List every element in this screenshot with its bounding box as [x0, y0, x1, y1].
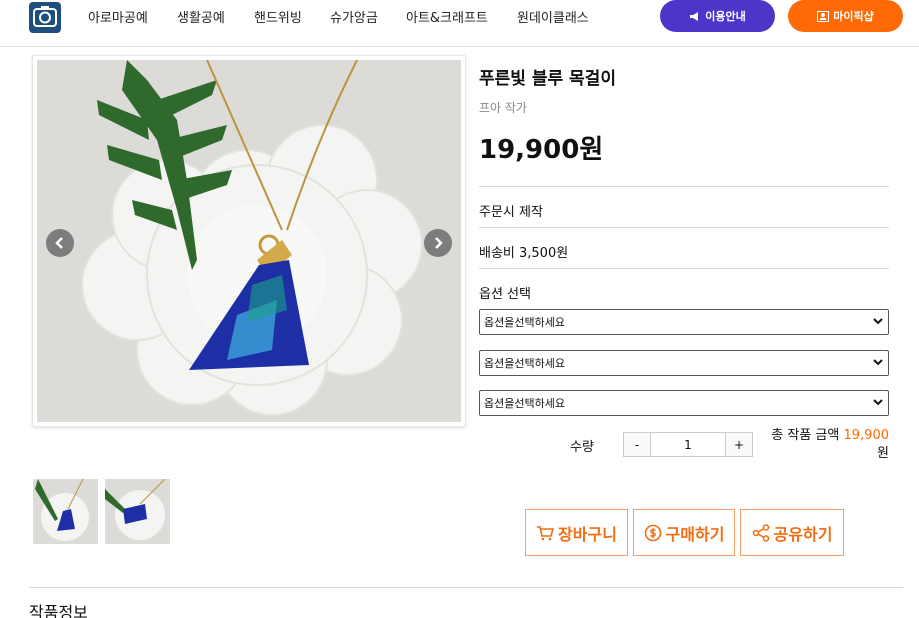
- nav-item-weaving[interactable]: 핸드위빙: [254, 7, 302, 26]
- nav-item-living[interactable]: 생활공예: [177, 7, 225, 26]
- divider: [29, 587, 903, 588]
- mypage-button[interactable]: 마이픽샵: [788, 0, 903, 32]
- quantity-stepper: - 1 +: [623, 432, 753, 457]
- cart-icon: [537, 525, 555, 540]
- product-price: 19,900원: [479, 135, 604, 165]
- divider: [479, 268, 889, 269]
- thumbnail-1[interactable]: [33, 479, 98, 544]
- add-to-cart-button[interactable]: 장바구니: [525, 509, 628, 556]
- nav-item-sugar[interactable]: 슈가앙금: [330, 7, 378, 26]
- divider: [479, 227, 889, 228]
- site-header: 아로마공예 생활공예 핸드위빙 슈가앙금 아트&크래프트 원데이클래스 이용안내…: [0, 0, 919, 47]
- nav-item-oneday[interactable]: 원데이클래스: [517, 7, 589, 26]
- product-image-viewer: [32, 55, 466, 427]
- option-label: 옵션 선택: [479, 287, 531, 302]
- buy-now-button[interactable]: 구매하기: [633, 509, 735, 556]
- chevron-left-icon: [55, 237, 63, 249]
- option-select-2[interactable]: 옵션을선택하세요: [479, 350, 889, 376]
- share-icon: [752, 523, 769, 542]
- thumbnail-2[interactable]: [105, 479, 170, 544]
- profile-card-icon: [817, 10, 830, 22]
- buy-now-label: 구매하기: [665, 524, 725, 544]
- chevron-down-icon: [873, 359, 883, 366]
- option-select-value: 옵션을선택하세요: [484, 357, 565, 370]
- info-button-label: 이용안내: [705, 10, 746, 23]
- info-button[interactable]: 이용안내: [660, 0, 775, 32]
- megaphone-icon: [690, 11, 699, 21]
- total-amount: 19,900: [843, 428, 890, 443]
- chevron-right-icon: [435, 237, 443, 249]
- option-select-value: 옵션을선택하세요: [484, 316, 565, 329]
- option-select-1[interactable]: 옵션을선택하세요: [479, 309, 889, 335]
- logo-icon: [33, 6, 57, 27]
- product-photo: [37, 60, 461, 422]
- quantity-minus-button[interactable]: -: [624, 433, 650, 456]
- option-select-3[interactable]: 옵션을선택하세요: [479, 390, 889, 416]
- total-unit: 원: [877, 446, 889, 461]
- share-button[interactable]: 공유하기: [740, 509, 844, 556]
- production-info: 주문시 제작: [479, 205, 543, 220]
- chevron-down-icon: [873, 399, 883, 406]
- quantity-label: 수량: [570, 440, 594, 455]
- section-title: 작품정보: [29, 603, 88, 618]
- shipping-fee: 배송비 3,500원: [479, 246, 569, 261]
- product-title: 푸른빛 블루 목걸이: [479, 69, 616, 89]
- quantity-input[interactable]: 1: [650, 433, 726, 456]
- total-price: 총 작품 금액 19,900 원: [740, 427, 889, 463]
- coin-icon: [644, 524, 661, 541]
- prev-image-button[interactable]: [46, 229, 74, 257]
- nav-item-aroma[interactable]: 아로마공예: [88, 7, 148, 26]
- total-label: 총 작품 금액: [771, 428, 840, 443]
- site-logo[interactable]: [29, 2, 61, 33]
- nav-item-art-craft[interactable]: 아트&크래프트: [406, 7, 488, 26]
- mypage-button-label: 마이픽샵: [833, 10, 874, 23]
- artist-name[interactable]: 프아 작가: [479, 99, 527, 116]
- share-label: 공유하기: [773, 524, 833, 544]
- option-select-value: 옵션을선택하세요: [484, 397, 565, 410]
- divider: [479, 186, 889, 187]
- add-to-cart-label: 장바구니: [558, 524, 617, 544]
- next-image-button[interactable]: [424, 229, 452, 257]
- chevron-down-icon: [873, 318, 883, 325]
